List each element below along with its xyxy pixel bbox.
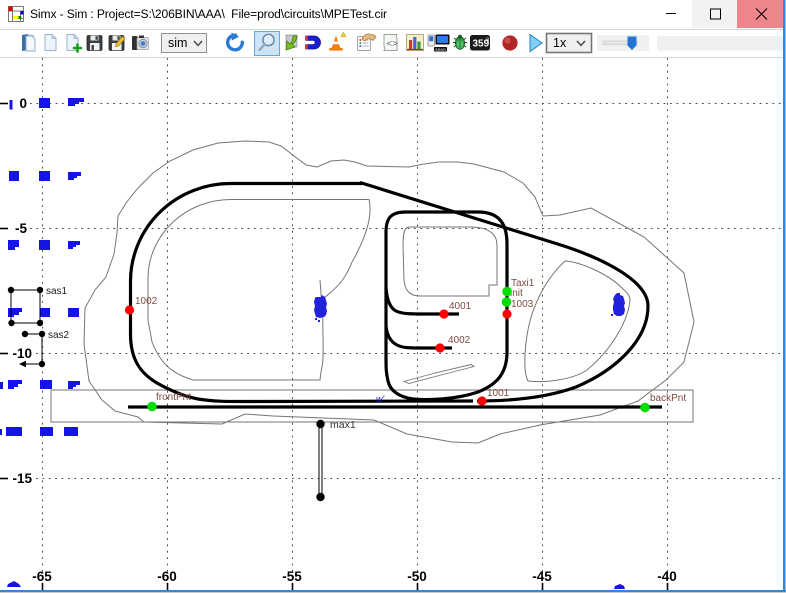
svg-text:8: 8 — [486, 38, 489, 44]
svg-text:-5: -5 — [15, 221, 27, 236]
svg-text:max1: max1 — [330, 419, 356, 431]
svg-text:-50: -50 — [407, 569, 427, 584]
svg-text:sim: sim — [168, 36, 187, 50]
svg-text:4002: 4002 — [448, 335, 471, 346]
svg-text:-60: -60 — [157, 569, 177, 584]
svg-text:1002: 1002 — [135, 296, 158, 307]
svg-text:-40: -40 — [657, 569, 677, 584]
svg-text:backPnt: backPnt — [650, 393, 686, 404]
svg-text:-15: -15 — [12, 471, 32, 486]
svg-text:-55: -55 — [282, 569, 302, 584]
svg-text:-45: -45 — [532, 569, 552, 584]
svg-text:1003: 1003 — [511, 299, 534, 310]
svg-text:snoo: snoo — [435, 48, 446, 53]
svg-text:<>: <> — [387, 39, 399, 50]
svg-text:1001: 1001 — [487, 388, 510, 399]
svg-text:sas2: sas2 — [48, 330, 70, 341]
svg-text:w': w' — [376, 394, 384, 404]
svg-text:frontPnt: frontPnt — [156, 392, 191, 403]
svg-text:-10: -10 — [12, 346, 32, 361]
svg-text:1x: 1x — [553, 36, 567, 50]
svg-text:4001: 4001 — [449, 301, 472, 312]
svg-text:0: 0 — [19, 96, 27, 111]
svg-text:-65: -65 — [32, 569, 52, 584]
svg-text:init: init — [510, 288, 523, 299]
svg-text:sas1: sas1 — [46, 286, 68, 297]
